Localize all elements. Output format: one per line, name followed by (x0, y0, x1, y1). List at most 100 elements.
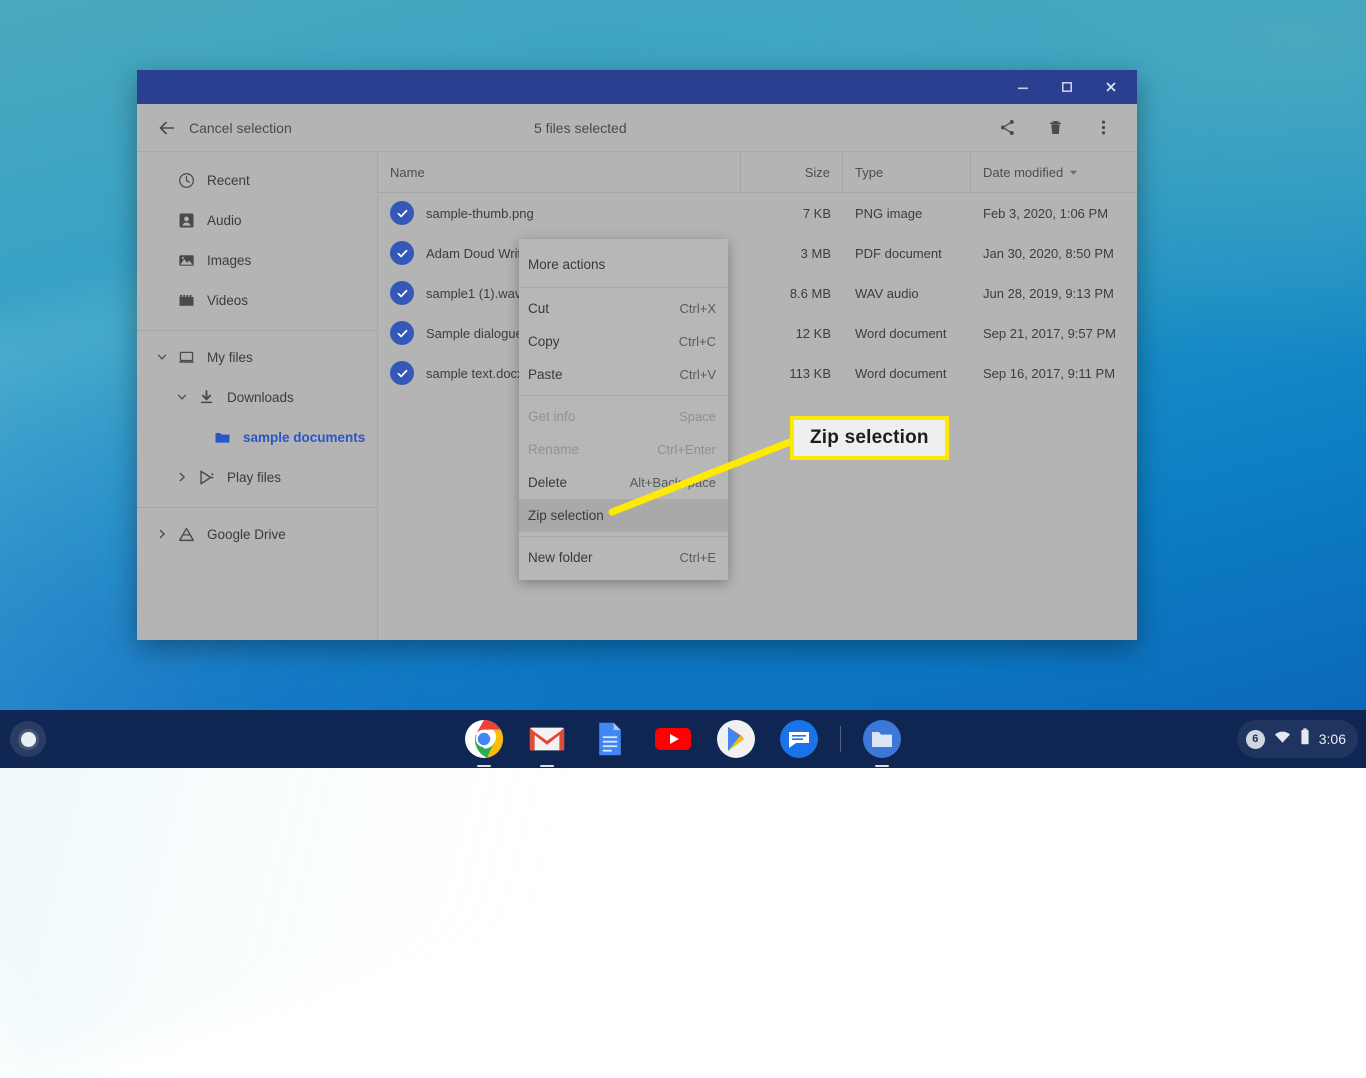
downloads-icon (193, 389, 219, 406)
sidebar-item-downloads[interactable]: Downloads (137, 377, 377, 417)
cancel-selection-back-arrow-icon[interactable] (149, 110, 185, 146)
youtube-icon (653, 719, 693, 759)
sidebar-item-images[interactable]: Images (137, 240, 377, 280)
chevron-down-icon[interactable] (151, 351, 173, 363)
row-checkbox-checked-icon[interactable] (390, 321, 414, 345)
wifi-icon[interactable] (1274, 730, 1291, 749)
sidebar-divider (137, 507, 377, 508)
shelf-app-list (0, 717, 1366, 761)
sidebar-item-sample-documents[interactable]: sample documents (137, 417, 377, 457)
table-row[interactable]: sample1 (1).wav 8.6 MB WAV audio Jun 28,… (378, 273, 1137, 313)
row-checkbox-checked-icon[interactable] (390, 201, 414, 225)
menu-item-rename: Rename Ctrl+Enter (519, 433, 728, 466)
row-checkbox-checked-icon[interactable] (390, 241, 414, 265)
file-date-cell: Sep 16, 2017, 9:11 PM (971, 366, 1136, 381)
sort-descending-icon (1069, 165, 1078, 180)
file-type-cell: Word document (843, 326, 971, 341)
row-checkbox-checked-icon[interactable] (390, 361, 414, 385)
chevron-right-icon[interactable] (151, 528, 173, 540)
table-row[interactable]: sample-thumb.png 7 KB PNG image Feb 3, 2… (378, 193, 1137, 233)
file-list-column-headers: Name Size Type Date modified (378, 152, 1137, 193)
sidebar-item-label: Images (207, 253, 251, 268)
app-running-indicator (875, 765, 889, 767)
column-header-name[interactable]: Name (378, 152, 741, 193)
menu-item-label: Paste (528, 367, 563, 382)
column-header-date-modified[interactable]: Date modified (971, 152, 1136, 193)
nav-group-quick-access: Recent Audio Images (137, 160, 377, 326)
sidebar-item-videos[interactable]: Videos (137, 280, 377, 320)
shelf-app-playstore[interactable] (714, 717, 758, 761)
chevron-right-icon[interactable] (171, 471, 193, 483)
clock-time[interactable]: 3:06 (1319, 731, 1346, 747)
videos-icon (173, 292, 199, 309)
shelf-app-files[interactable] (860, 717, 904, 761)
battery-icon[interactable] (1300, 728, 1310, 750)
sidebar-item-google-drive[interactable]: Google Drive (137, 514, 377, 554)
docs-icon (592, 721, 628, 757)
delete-trash-icon[interactable] (1035, 108, 1075, 148)
table-row[interactable]: Adam Doud Writing 3 MB PDF document Jan … (378, 233, 1137, 273)
file-date-cell: Jun 28, 2019, 9:13 PM (971, 286, 1136, 301)
menu-item-delete[interactable]: Delete Alt+Backspace (519, 466, 728, 499)
menu-item-get-info: Get info Space (519, 400, 728, 433)
menu-item-label: New folder (528, 550, 593, 565)
menu-divider (519, 287, 728, 288)
menu-item-paste[interactable]: Paste Ctrl+V (519, 358, 728, 391)
menu-item-shortcut: Ctrl+E (680, 550, 716, 565)
navigation-sidebar: Recent Audio Images (137, 152, 378, 640)
notification-count-badge[interactable]: 6 (1246, 730, 1265, 749)
shelf-app-docs[interactable] (588, 717, 632, 761)
nav-group-drive: Google Drive (137, 514, 377, 560)
shelf-app-chrome[interactable] (462, 717, 506, 761)
menu-item-copy[interactable]: Copy Ctrl+C (519, 325, 728, 358)
shelf-app-messages[interactable] (777, 717, 821, 761)
column-header-type[interactable]: Type (843, 152, 971, 193)
shelf-app-gmail[interactable] (525, 717, 569, 761)
file-date-cell: Sep 21, 2017, 9:57 PM (971, 326, 1136, 341)
file-size-cell: 113 KB (741, 366, 843, 381)
table-row[interactable]: Sample dialogue. 12 KB Word document Sep… (378, 313, 1137, 353)
share-icon[interactable] (987, 108, 1027, 148)
sidebar-item-my-files[interactable]: My files (137, 337, 377, 377)
minimize-button[interactable] (1001, 70, 1045, 104)
maximize-button[interactable] (1045, 70, 1089, 104)
menu-item-shortcut: Ctrl+C (679, 334, 716, 349)
menu-item-label: Cut (528, 301, 549, 316)
file-list-rows: sample-thumb.png 7 KB PNG image Feb 3, 2… (378, 193, 1137, 393)
sidebar-item-play-files[interactable]: Play files (137, 457, 377, 497)
file-list-pane: Name Size Type Date modified (378, 152, 1137, 640)
menu-item-zip-selection[interactable]: Zip selection (519, 499, 728, 532)
sidebar-divider (137, 330, 377, 331)
sidebar-item-label: Videos (207, 293, 248, 308)
file-type-cell: PDF document (843, 246, 971, 261)
file-date-cell: Jan 30, 2020, 8:50 PM (971, 246, 1136, 261)
column-header-label: Type (855, 165, 883, 180)
sidebar-item-label: Audio (207, 213, 242, 228)
menu-item-cut[interactable]: Cut Ctrl+X (519, 292, 728, 325)
file-name-label: sample text.docx (426, 366, 524, 381)
selection-count-label: 5 files selected (534, 120, 627, 136)
more-options-icon[interactable] (1083, 108, 1123, 148)
shelf-divider (840, 726, 841, 752)
file-type-cell: WAV audio (843, 286, 971, 301)
menu-item-new-folder[interactable]: New folder Ctrl+E (519, 541, 728, 574)
table-row[interactable]: sample text.docx 113 KB Word document Se… (378, 353, 1137, 393)
system-tray[interactable]: 6 3:06 (1237, 720, 1358, 758)
sidebar-item-recent[interactable]: Recent (137, 160, 377, 200)
nav-group-my-files: My files Downloads (137, 337, 377, 503)
shelf-app-youtube[interactable] (651, 717, 695, 761)
sidebar-item-audio[interactable]: Audio (137, 200, 377, 240)
sidebar-item-label: My files (207, 350, 253, 365)
google-drive-icon (173, 526, 199, 543)
cancel-selection-label[interactable]: Cancel selection (189, 120, 292, 136)
chromeos-shelf: 6 3:06 (0, 710, 1366, 768)
row-checkbox-checked-icon[interactable] (390, 281, 414, 305)
column-header-size[interactable]: Size (741, 152, 843, 193)
chrome-icon (464, 719, 504, 759)
close-button[interactable] (1089, 70, 1133, 104)
sidebar-item-label: Google Drive (207, 527, 286, 542)
menu-divider (519, 536, 728, 537)
clock-icon (173, 172, 199, 189)
chevron-down-icon[interactable] (171, 391, 193, 403)
file-size-cell: 3 MB (741, 246, 843, 261)
